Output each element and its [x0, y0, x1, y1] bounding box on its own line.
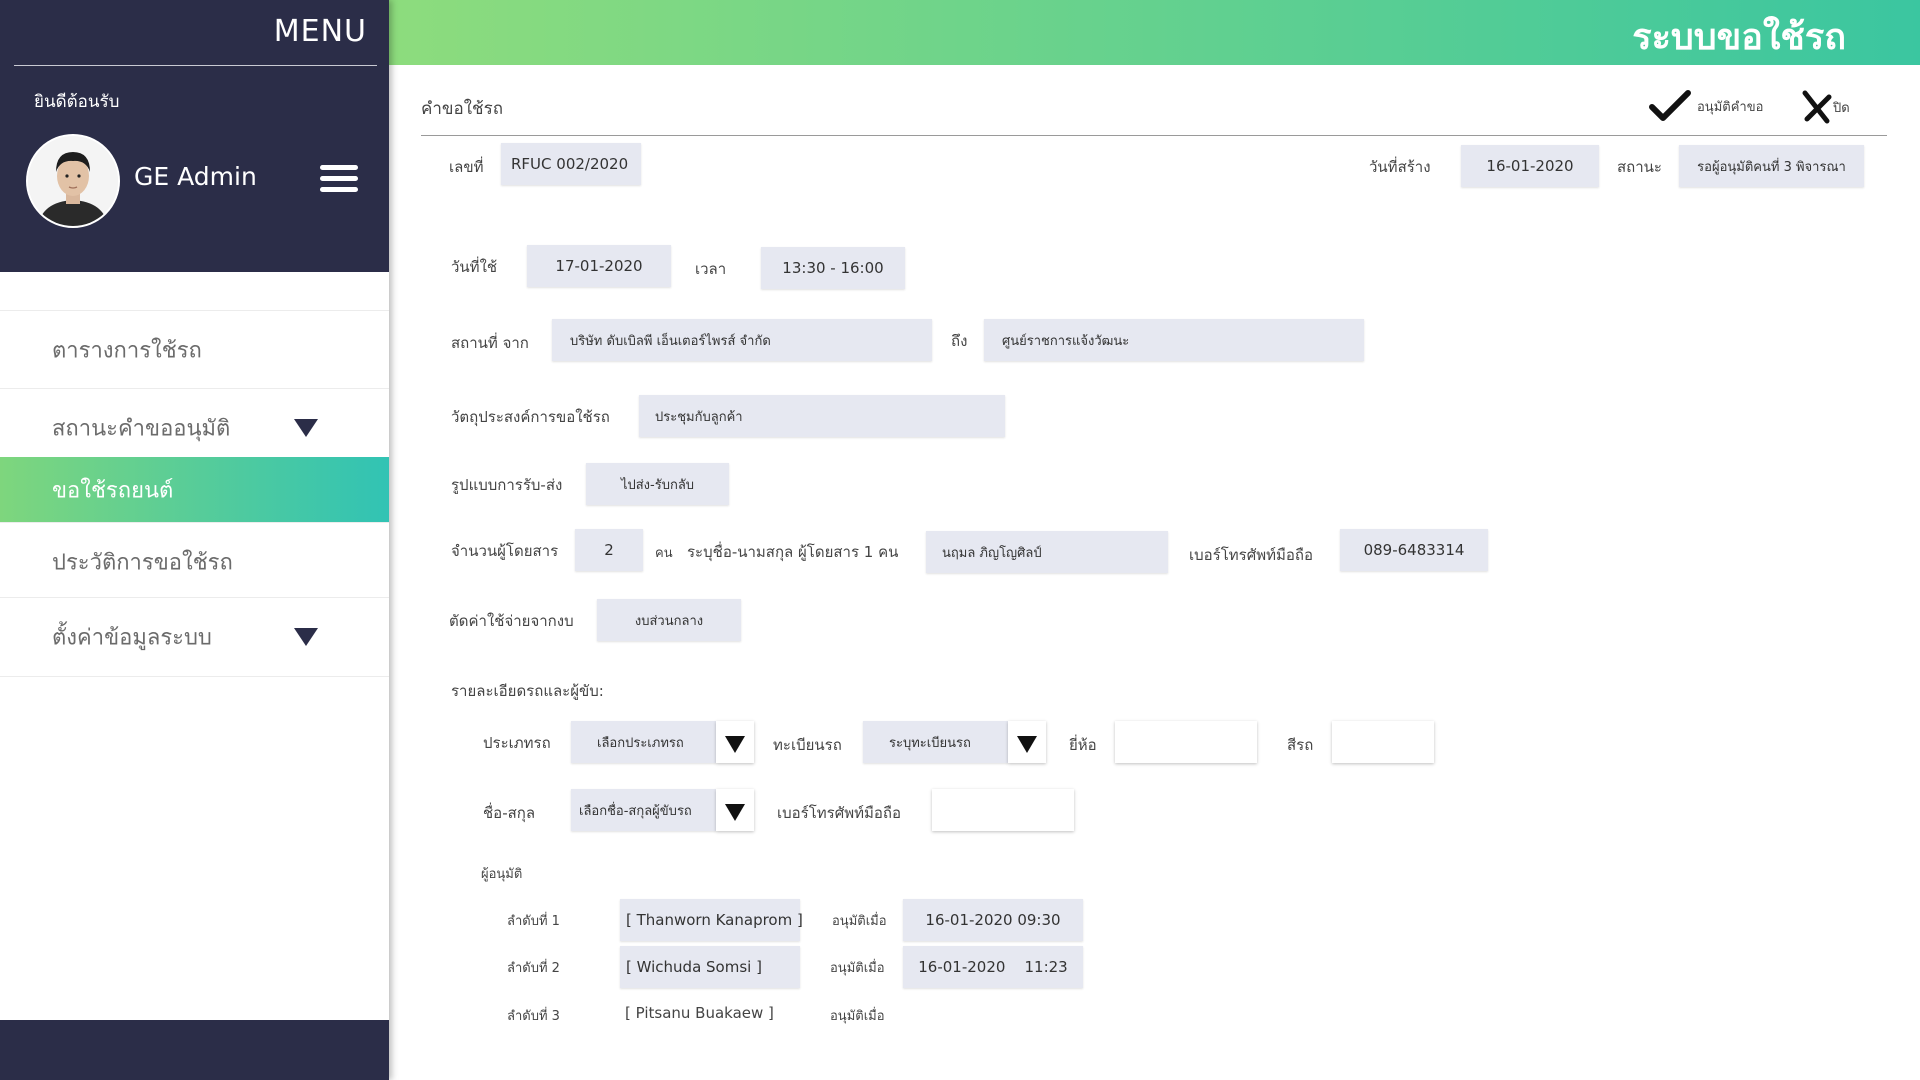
approve-label: อนุมัติคำขอ: [1697, 99, 1764, 115]
sidebar-footer: [0, 1020, 389, 1080]
approver-order-label: ลำดับที่ 3: [507, 1009, 560, 1024]
passenger-name-field[interactable]: นฤมล ภิญโญศิลป์: [926, 531, 1168, 573]
caret-down-icon: [725, 736, 745, 754]
check-icon: [1649, 90, 1691, 121]
time-field[interactable]: 13:30 - 16:00: [761, 247, 905, 289]
approved-at-field: 16-01-2020 11:23: [903, 946, 1083, 988]
hamburger-menu-icon[interactable]: [320, 165, 358, 193]
driver-select[interactable]: เลือกชื่อ-สกุลผู้ขับรถ: [571, 789, 716, 831]
close-label: ปิด: [1833, 100, 1850, 116]
sidebar-item-settings[interactable]: ตั้งค่าข้อมูลระบบ: [0, 597, 389, 677]
sidebar-item-label: ขอใช้รถยนต์: [52, 478, 174, 503]
driver-dropdown-button[interactable]: [716, 789, 754, 831]
caret-down-icon: [294, 419, 318, 437]
people-unit-label: คน: [655, 546, 673, 561]
pickup-type-label: รูปแบบการรับ-ส่ง: [451, 476, 563, 494]
car-color-field[interactable]: [1332, 721, 1434, 763]
status-badge: รอผู้อนุมัติคนที่ 3 พิจารณา: [1679, 145, 1864, 187]
passengers-count-field[interactable]: 2: [575, 529, 643, 571]
approver-name-text: [ Pitsanu Buakaew ]: [625, 1004, 774, 1022]
header-bar: ระบบขอใช้รถ: [389, 0, 1920, 65]
use-date-label: วันที่ใช้: [451, 258, 498, 276]
sidebar-item-label: ประวัติการขอใช้รถ: [52, 550, 233, 576]
mobile-label: เบอร์โทรศัพท์มือถือ: [1189, 546, 1313, 564]
page-title: คำขอใช้รถ: [421, 99, 504, 119]
menu-title: MENU: [273, 14, 367, 49]
driver-mobile-field[interactable]: [932, 789, 1074, 831]
sidebar: MENU ยินดีต้อนรับ GE Admin ตารางการใช้รถ…: [0, 0, 389, 1080]
driver-name-label: ชื่อ-สกุล: [483, 804, 536, 822]
username: GE Admin: [134, 162, 257, 191]
caret-down-icon: [725, 804, 745, 822]
from-location-label: สถานที่ จาก: [451, 334, 529, 352]
time-label: เวลา: [695, 260, 727, 278]
approver-order-label: ลำดับที่ 2: [507, 961, 560, 976]
request-number-field: RFUC 002/2020: [501, 143, 641, 185]
vehicle-type-label: ประเภทรถ: [483, 734, 551, 752]
request-number-label: เลขที่: [449, 158, 484, 176]
use-date-field[interactable]: 17-01-2020: [527, 245, 671, 287]
close-icon: [1802, 90, 1832, 124]
purpose-label: วัตถุประสงค์การขอใช้รถ: [451, 408, 610, 426]
vehicle-type-dropdown-button[interactable]: [716, 721, 754, 763]
driver-mobile-label: เบอร์โทรศัพท์มือถือ: [777, 804, 901, 822]
mobile-field[interactable]: 089-6483314: [1340, 529, 1488, 571]
brand-label: ยี่ห้อ: [1069, 736, 1097, 754]
passenger-name-label: ระบุชื่อ-นามสกุล ผู้โดยสาร 1 คน: [687, 543, 899, 561]
approved-at-label: อนุมัติเมื่อ: [832, 914, 887, 929]
divider: [14, 65, 377, 66]
caret-down-icon: [294, 628, 318, 646]
budget-label: ตัดค่าใช้จ่ายจากงบ: [449, 612, 574, 630]
sidebar-profile-panel: MENU ยินดีต้อนรับ GE Admin: [0, 0, 389, 272]
approver-name-field: [ Thanworn Kanaprom ]: [620, 899, 803, 941]
from-location-field[interactable]: บริษัท ดับเบิลพี เอ็นเตอร์ไพรส์ จำกัด: [552, 319, 932, 361]
created-date-field: 16-01-2020: [1461, 145, 1599, 187]
plate-dropdown-button[interactable]: [1008, 721, 1046, 763]
sidebar-item-schedule[interactable]: ตารางการใช้รถ: [0, 310, 389, 389]
approvers-section-label: ผู้อนุมัติ: [481, 867, 523, 882]
main-content: คำขอใช้รถ อนุมัติคำขอ ปิด เลขที่ RFUC 00…: [389, 65, 1920, 1080]
avatar: [26, 134, 120, 228]
sidebar-item-request-car[interactable]: ขอใช้รถยนต์: [0, 457, 389, 522]
brand-field[interactable]: [1115, 721, 1257, 763]
car-color-label: สีรถ: [1287, 736, 1314, 754]
sidebar-item-label: สถานะคำขออนุมัติ: [52, 416, 231, 442]
sidebar-item-approval-status[interactable]: สถานะคำขออนุมัติ: [0, 388, 389, 467]
caret-down-icon: [1017, 736, 1037, 754]
purpose-field[interactable]: ประชุมกับลูกค้า: [639, 395, 1005, 437]
sidebar-item-history[interactable]: ประวัติการขอใช้รถ: [0, 522, 389, 601]
approved-at-label: อนุมัติเมื่อ: [830, 1009, 885, 1024]
to-location-label: ถึง: [951, 332, 968, 350]
approve-button[interactable]: อนุมัติคำขอ: [1649, 89, 1763, 123]
created-date-label: วันที่สร้าง: [1369, 158, 1431, 176]
pickup-type-field[interactable]: ไปส่ง-รับกลับ: [586, 463, 729, 505]
divider: [421, 135, 1887, 136]
sidebar-item-label: ตารางการใช้รถ: [52, 338, 202, 364]
passengers-label: จำนวนผู้โดยสาร: [451, 542, 559, 560]
budget-field[interactable]: งบส่วนกลาง: [597, 599, 741, 641]
approver-name-field: [ Wichuda Somsi ]: [620, 946, 800, 988]
sidebar-item-label: ตั้งค่าข้อมูลระบบ: [52, 625, 212, 651]
close-button[interactable]: ปิด: [1799, 89, 1850, 125]
welcome-text: ยินดีต้อนรับ: [34, 92, 120, 112]
vehicle-section-label: รายละเอียดรถและผู้ขับ:: [451, 682, 604, 700]
status-label: สถานะ: [1617, 158, 1662, 176]
vehicle-type-select[interactable]: เลือกประเภทรถ: [571, 721, 716, 763]
approved-at-label: อนุมัติเมื่อ: [830, 961, 885, 976]
plate-select[interactable]: ระบุทะเบียนรถ: [863, 721, 1008, 763]
plate-label: ทะเบียนรถ: [773, 736, 842, 754]
approved-at-field: 16-01-2020 09:30: [903, 899, 1083, 941]
to-location-field[interactable]: ศูนย์ราชการแจ้งวัฒนะ: [984, 319, 1364, 361]
approver-order-label: ลำดับที่ 1: [507, 914, 560, 929]
app-title: ระบบขอใช้รถ: [1632, 17, 1846, 58]
